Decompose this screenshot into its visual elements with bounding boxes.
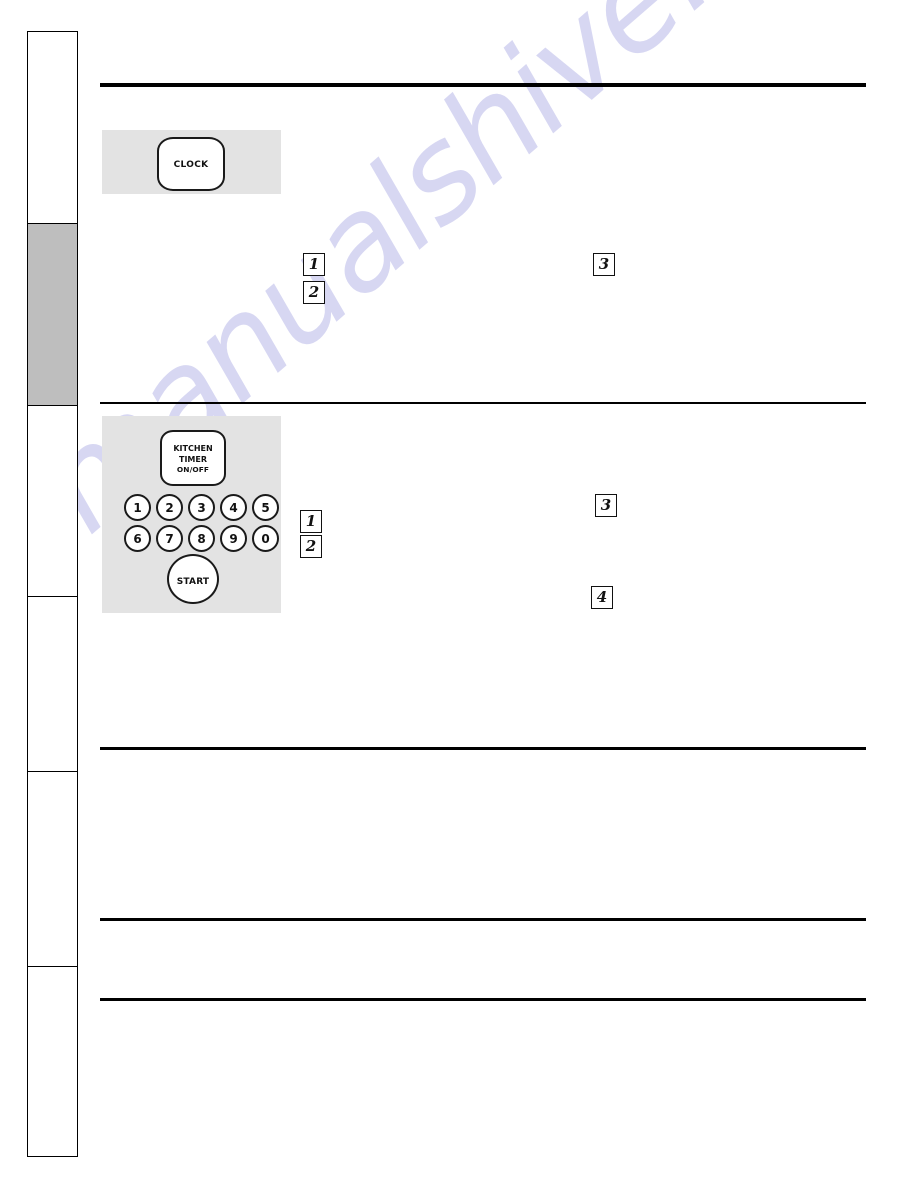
kitchen-timer-line3: ON/OFF: [176, 465, 210, 475]
number-key-2[interactable]: 2: [156, 494, 183, 521]
sidebar-item-2[interactable]: [28, 406, 77, 596]
rule-clock-section: [100, 402, 866, 404]
manual-page: manualshive.com Clock: [0, 0, 918, 1188]
number-key-0[interactable]: 0: [252, 525, 279, 552]
number-key-7[interactable]: 7: [156, 525, 183, 552]
sidebar-item-3[interactable]: [28, 596, 77, 771]
rule-section-4: [100, 998, 866, 1002]
sidebar-item-1[interactable]: [28, 223, 77, 406]
sidebar-item-4[interactable]: [28, 771, 77, 966]
step-number-clock-1: 1: [303, 253, 325, 276]
number-key-5[interactable]: 5: [252, 494, 279, 521]
step-number-clock-3: 3: [593, 253, 615, 276]
kitchen-timer-control-panel: Kitchen Timer ON/OFF 1 2 3 4 5 6 7 8 9 0…: [102, 416, 281, 613]
sidebar-item-5[interactable]: [28, 966, 77, 1155]
number-key-4[interactable]: 4: [220, 494, 247, 521]
step-number-timer-1: 1: [300, 510, 322, 533]
step-number-timer-2: 2: [300, 535, 322, 558]
start-button-label: Start: [176, 571, 210, 587]
clock-button-label: Clock: [173, 155, 209, 172]
step-number-timer-4: 4: [591, 586, 613, 609]
start-button[interactable]: Start: [167, 554, 219, 604]
clock-button[interactable]: Clock: [157, 137, 225, 191]
content-column: Clock 1 2 3 Kitchen Timer ON/OFF 1 2 3 4…: [100, 0, 866, 1188]
rule-top: [100, 83, 866, 88]
rule-section-3: [100, 918, 866, 922]
number-key-9[interactable]: 9: [220, 525, 247, 552]
sidebar-item-0[interactable]: [28, 32, 77, 223]
kitchen-timer-button[interactable]: Kitchen Timer ON/OFF: [160, 430, 226, 486]
step-number-timer-3: 3: [595, 494, 617, 517]
number-key-1[interactable]: 1: [124, 494, 151, 521]
kitchen-timer-line2: Timer: [178, 452, 208, 466]
number-key-3[interactable]: 3: [188, 494, 215, 521]
rule-timer-section: [100, 747, 866, 751]
number-key-6[interactable]: 6: [124, 525, 151, 552]
step-number-clock-2: 2: [303, 281, 325, 304]
sidebar-tab-strip: [27, 31, 78, 1157]
clock-control-panel: Clock: [102, 130, 281, 194]
number-key-8[interactable]: 8: [188, 525, 215, 552]
